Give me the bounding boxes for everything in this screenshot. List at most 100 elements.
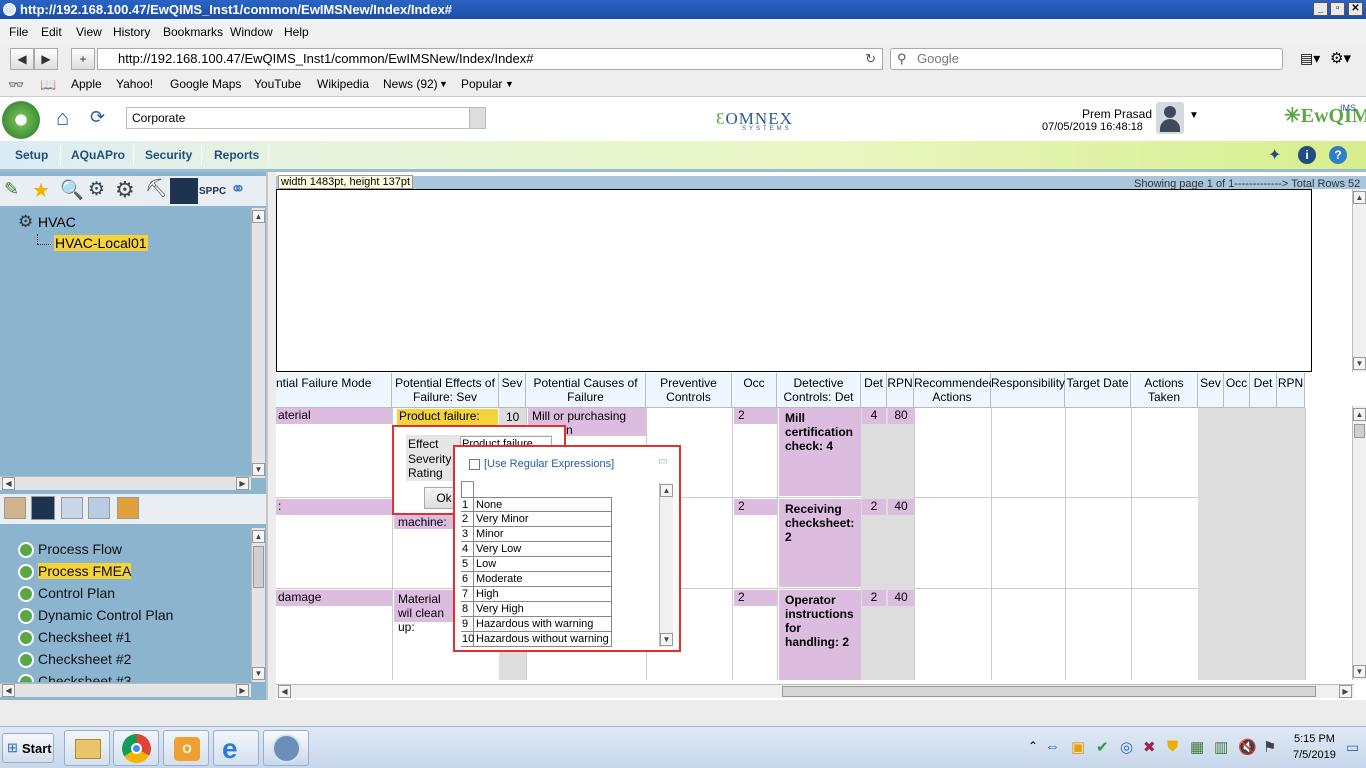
menu-help[interactable]: Help [284,25,309,39]
book-icon[interactable]: 📖 [40,77,56,93]
severity-option[interactable]: 7 High [461,587,611,602]
menu-file[interactable]: File [9,25,28,39]
image-panel-scrollbar[interactable]: ▲ ▼ [1352,189,1366,372]
favorite-star-icon[interactable]: ★ [32,178,50,203]
severity-option[interactable]: 8 Very High [461,602,611,617]
menu-window[interactable]: Window [230,25,273,39]
chart-tool-icon[interactable]: ⛏ [145,178,168,199]
row1-sev[interactable]: 10 [506,410,519,424]
severity-option[interactable]: 2 Very Minor [461,512,611,527]
url-input[interactable]: http://192.168.100.47/EwQIMS_Inst1/commo… [97,48,883,70]
row3-occ[interactable]: 2 [734,590,777,606]
nav-aquapro[interactable]: AQuAPro [71,148,125,162]
severity-option[interactable]: 1 None [461,497,611,513]
maximize-button[interactable]: ▫ [1330,2,1345,16]
edit-icon[interactable]: ✎ [4,179,19,200]
back-icon[interactable]: ◀ [10,48,34,70]
safari-icon[interactable] [263,730,309,766]
file-explorer-icon[interactable] [64,730,110,766]
recycle-active-icon[interactable] [31,496,55,520]
bookmark-apple[interactable]: Apple [71,77,102,91]
row2-detective[interactable]: Receiving checksheet: 2 [779,499,861,587]
module-checksheet-2[interactable]: Checksheet #2 [38,651,131,667]
row2-failure-mode[interactable]: : [276,499,392,515]
menu-edit[interactable]: Edit [41,25,62,39]
menu-bookmarks[interactable]: Bookmarks [163,25,223,39]
outlook-icon[interactable]: O [163,730,209,766]
popular-dropdown-icon[interactable]: ▼ [505,79,514,89]
row1-detective[interactable]: Mill certification check: 4 [779,408,861,496]
severity-option[interactable]: 3 Minor [461,527,611,542]
menu-view[interactable]: View [76,25,102,39]
tray-flag-icon[interactable]: ⚑ [1263,738,1276,756]
tray-sync-icon[interactable]: ✔ [1096,738,1109,756]
page-menu-icon[interactable]: ▤▾ [1300,50,1320,67]
popup-scrollbar[interactable]: ▲ ▼ [659,483,673,647]
row2-det[interactable]: 2 [862,499,886,515]
module-checksheet-3[interactable]: Checksheet #3 [38,673,131,682]
start-button[interactable]: ⊞ Start [2,733,54,763]
tray-monitor-icon[interactable]: ▦ [1190,738,1204,756]
dashboard-icon[interactable] [117,497,139,519]
bookmark-youtube[interactable]: YouTube [254,77,301,91]
corporate-dropdown-icon[interactable] [469,108,485,128]
severity-option[interactable]: 9 Hazardous with warning [461,617,611,632]
module-dynamic-control-plan[interactable]: Dynamic Control Plan [38,607,173,623]
reading-glasses-icon[interactable]: 👓 [8,77,24,93]
chrome-icon[interactable] [113,730,159,766]
grid-horizontal-scrollbar[interactable]: ◀ ▶ [276,684,1354,698]
row3-effect[interactable]: Material wil clean up: [394,590,454,634]
cart-icon[interactable]: ⚙ [88,178,105,201]
row1-occ[interactable]: 2 [734,408,777,424]
tray-teamviewer-icon[interactable]: ⇔ [1045,738,1060,755]
network-icon[interactable]: ⚭ [230,178,246,201]
row1-effect[interactable]: Product failure: [397,409,498,425]
clock-date[interactable]: 7/5/2019 [1293,749,1336,761]
module-control-plan[interactable]: Control Plan [38,585,115,601]
tree-vertical-scrollbar[interactable]: ▲ ▼ [251,208,265,478]
control-chart-icon[interactable] [170,178,198,204]
module-horizontal-scrollbar[interactable]: ◀ ▶ [0,683,251,697]
row3-rpn[interactable]: 40 [888,590,914,606]
search-input[interactable]: ⚲ Google [890,48,1283,70]
nav-setup[interactable]: Setup [15,148,48,162]
tree-child-hvac-local01[interactable]: HVAC-Local01 [54,235,148,251]
internet-explorer-icon[interactable]: e [213,730,259,766]
add-tab-icon[interactable]: + [71,48,95,70]
grid-vertical-scrollbar[interactable]: ▲ ▼ [1352,406,1366,680]
sppc-label[interactable]: SPPC [199,186,226,197]
bookmark-wikipedia[interactable]: Wikipedia [317,77,369,91]
module-checksheet-1[interactable]: Checksheet #1 [38,629,131,645]
row2-effect[interactable]: machine: [394,515,454,529]
help-icon[interactable]: ? [1329,146,1347,164]
tray-app-icon[interactable]: ▣ [1071,738,1085,756]
bookmark-news[interactable]: News (92) [383,77,438,91]
bookmark-popular[interactable]: Popular [461,77,502,91]
regex-label[interactable]: [Use Regular Expressions] [484,458,614,470]
module-process-flow[interactable]: Process Flow [38,541,122,557]
clock-time[interactable]: 5:15 PM [1294,733,1335,745]
row3-failure-mode[interactable]: damage [276,590,392,606]
module-process-fmea[interactable]: Process FMEA [38,563,132,579]
user-menu-dropdown-icon[interactable]: ▼ [1189,110,1199,121]
bookmark-google-maps[interactable]: Google Maps [170,77,241,91]
popup-restore-icon[interactable]: ▭ [658,456,667,467]
tree-root-hvac[interactable]: HVAC [38,214,76,230]
bookmark-yahoo[interactable]: Yahoo! [116,77,153,91]
row3-detective[interactable]: Operator instructions for handling: 2 [779,590,861,680]
reload-icon[interactable]: ↻ [865,49,876,69]
severity-option[interactable]: 4 Very Low [461,542,611,557]
tray-battery-icon[interactable]: ▥ [1214,738,1228,756]
regex-checkbox[interactable] [469,459,480,470]
menu-history[interactable]: History [113,25,150,39]
close-button[interactable]: ✕ [1348,2,1363,16]
tray-volume-muted-icon[interactable]: 🔇 [1238,738,1257,756]
corporate-select[interactable]: Corporate [126,107,486,129]
settings-gear-icon[interactable]: ⚙ [115,177,135,203]
tray-network-icon[interactable]: ◎ [1120,738,1133,756]
row1-det[interactable]: 4 [862,408,886,424]
tray-expand-icon[interactable]: ⌃ [1028,739,1038,753]
news-dropdown-icon[interactable]: ▼ [439,79,448,89]
forward-icon[interactable]: ▶ [34,48,58,70]
severity-option[interactable]: 10 Hazardous without warning [461,632,611,647]
